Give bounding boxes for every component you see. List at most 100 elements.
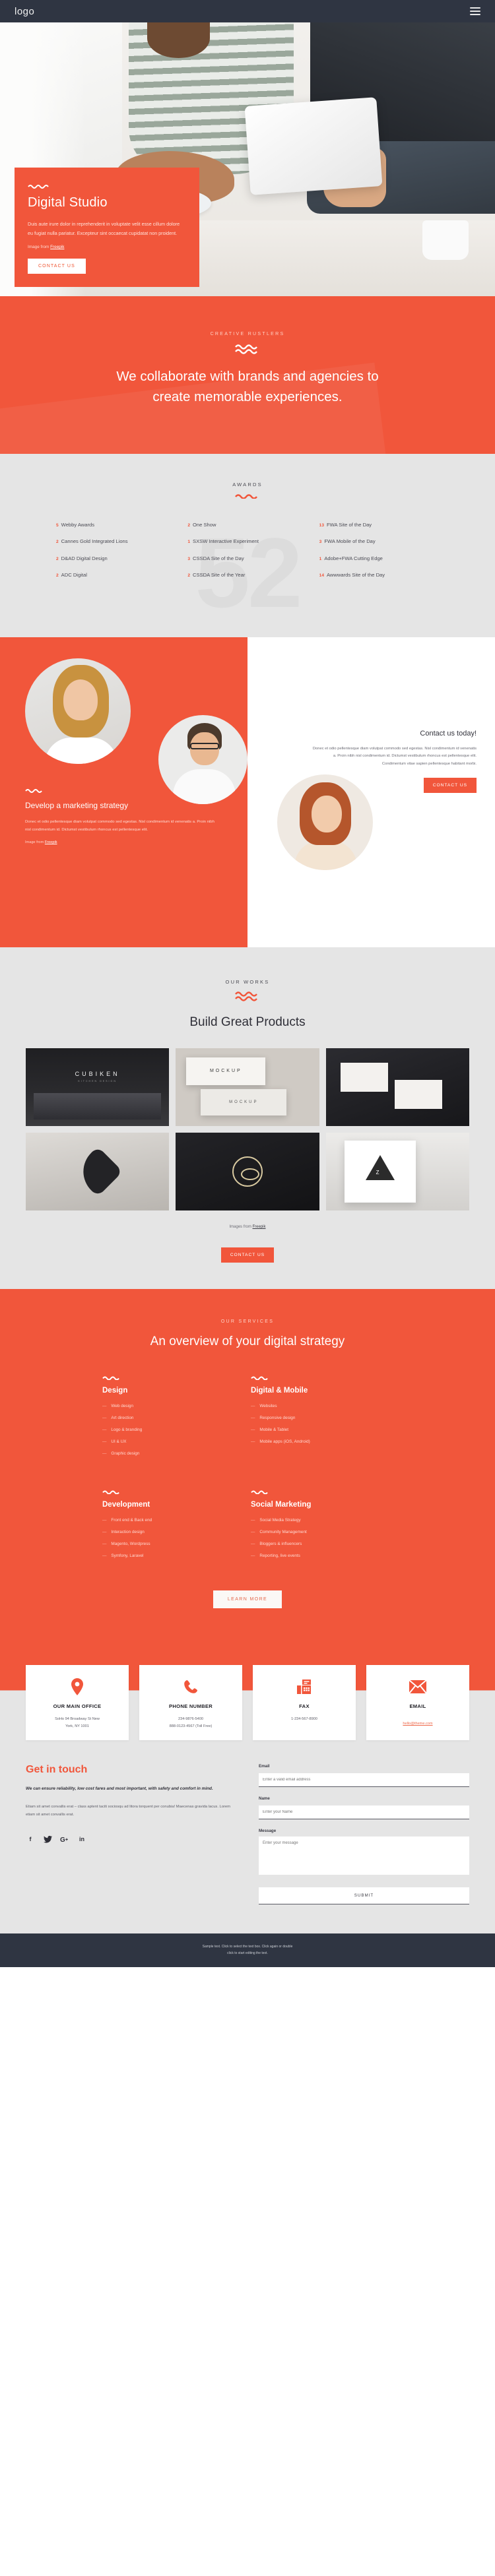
award-item: 3 CSSDA Site of the Day: [187, 555, 244, 561]
service-item: — Responsive design: [251, 1415, 296, 1420]
services-heading: An overview of your digital strategy: [150, 1334, 345, 1348]
award-item: 14 Awwwards Site of the Day: [319, 572, 385, 579]
strategy-title: Develop a marketing strategy: [25, 800, 129, 810]
award-item: 1 SXSW Interactive Experiment: [187, 538, 259, 545]
service-item: — Community Management: [251, 1529, 307, 1534]
card-line: York, NY 1001: [65, 1724, 89, 1728]
awards-section: AWARDS 52 5 Webby Awards 2 One Show 13 FWA …: [0, 453, 495, 637]
footer-line-1: Sample text. Click to select the text bo…: [202, 1945, 293, 1949]
email-link[interactable]: hello@theme.com: [403, 1722, 432, 1726]
get-in-touch-section: Get in touch We can ensure reliability, …: [0, 1740, 495, 1934]
work-tile[interactable]: CUBIKEN KITCHEN DESIGN: [26, 1048, 170, 1126]
work-tile-caption: MOCKUP: [186, 1057, 266, 1085]
service-title: Social Marketing: [251, 1500, 312, 1509]
contact-today-paragraph: Donec et odio pellentesque diam volutpat…: [312, 746, 477, 767]
email-label: Email: [259, 1764, 270, 1769]
work-tile[interactable]: [26, 1132, 170, 1210]
squiggle-icon: [102, 1375, 244, 1380]
award-item: 1 Adobe+FWA Cutting Edge: [319, 555, 383, 561]
message-input[interactable]: [259, 1837, 469, 1875]
service-group-design: Design — Web design — Art direction — Logo …: [102, 1375, 244, 1463]
footer-line-2: click to start editing the text.: [227, 1951, 268, 1955]
logo[interactable]: logo: [15, 6, 34, 17]
award-item: 3 FWA Mobile of the Day: [319, 538, 376, 545]
strategy-credit: Image from Freepik: [25, 840, 57, 845]
credit-link[interactable]: Freepik: [50, 245, 64, 249]
svg-text:G: G: [60, 1837, 65, 1843]
service-item: — Mobile apps (iOS, Android): [251, 1439, 310, 1444]
contact-card-phone: PHONE NUMBER 234-9876-5400 888-0123-4567…: [139, 1664, 242, 1741]
name-field-group: Name: [259, 1796, 469, 1820]
service-item: — Magento, Wordpress: [102, 1541, 150, 1546]
works-eyebrow: OUR WORKS: [225, 978, 270, 985]
service-item: — UI & UX: [102, 1439, 127, 1444]
name-input[interactable]: [259, 1806, 469, 1820]
google-plus-icon[interactable]: G: [60, 1835, 69, 1844]
contact-us-button[interactable]: CONTACT US: [423, 777, 477, 793]
card-title: EMAIL: [409, 1703, 426, 1709]
contact-card-office: OUR MAIN OFFICE SoHo 94 Broadway St New …: [26, 1664, 129, 1741]
service-item: — Symfony, Laravel: [102, 1553, 144, 1558]
facebook-icon[interactable]: f: [26, 1835, 35, 1844]
contact-cards-section: OUR MAIN OFFICE SoHo 94 Broadway St New …: [0, 1647, 495, 1741]
awards-grid: 5 Webby Awards 2 One Show 13 FWA Site of th…: [36, 522, 459, 590]
awards-eyebrow: AWARDS: [232, 481, 263, 487]
avatar: [25, 658, 131, 764]
service-item: — Front end & Back end: [102, 1517, 152, 1523]
card-title: OUR MAIN OFFICE: [53, 1703, 102, 1709]
linkedin-icon[interactable]: in: [77, 1835, 86, 1844]
hero-contact-button[interactable]: CONTACT US: [28, 259, 86, 274]
map-pin-icon: [31, 1677, 123, 1697]
touch-heading: Get in touch: [26, 1764, 88, 1776]
works-credit: Images from Freepik: [229, 1224, 266, 1229]
name-label: Name: [259, 1796, 270, 1802]
touch-body: Etiam sit amet convallis erat – class ap…: [26, 1804, 230, 1817]
collaborate-section: CREATIVE RUSTLERS We collaborate with br…: [0, 296, 495, 454]
social-links: f G in: [26, 1835, 236, 1844]
service-title: Design: [102, 1386, 128, 1395]
award-item: 13 FWA Site of the Day: [319, 521, 372, 528]
squiggle-icon: [251, 1490, 393, 1494]
services-section: OUR SERVICES An overview of your digital…: [0, 1288, 495, 1648]
squiggle-icon: [0, 343, 495, 355]
twitter-icon[interactable]: [43, 1835, 52, 1844]
credit-link[interactable]: Freepik: [45, 840, 57, 844]
award-item: 2 One Show: [187, 521, 216, 528]
work-tile[interactable]: MOCKUP MOCKUP: [176, 1048, 319, 1126]
learn-more-button[interactable]: LEARN MORE: [213, 1590, 282, 1608]
phone-icon: [145, 1677, 237, 1697]
touch-copy: Get in touch We can ensure reliability, …: [26, 1764, 236, 1904]
squiggle-icon: [0, 990, 495, 1002]
award-item: 2 ADC Digital: [56, 572, 87, 579]
hero-paragraph: Duis aute irure dolor in reprehenderit i…: [28, 221, 180, 237]
award-item: 2 D&AD Digital Design: [56, 555, 108, 561]
hamburger-icon[interactable]: [470, 7, 480, 15]
services-eyebrow: OUR SERVICES: [220, 1319, 275, 1324]
service-item: — Social Media Strategy: [251, 1517, 301, 1523]
award-item: 2 Cannes Gold Integrated Lions: [56, 538, 128, 545]
email-input[interactable]: [259, 1773, 469, 1788]
service-group-social-marketing: Social Marketing — Social Media Strategy …: [251, 1490, 393, 1565]
hero-card: Digital Studio Duis aute irure dolor in …: [15, 168, 199, 288]
envelope-icon: [372, 1677, 464, 1697]
work-tile[interactable]: [176, 1132, 319, 1210]
submit-button[interactable]: SUBMIT: [259, 1887, 469, 1905]
works-section: OUR WORKS Build Great Products CUBIKEN K…: [0, 947, 495, 1289]
service-item: — Websites: [251, 1403, 277, 1408]
works-heading: Build Great Products: [189, 1015, 306, 1029]
work-tile[interactable]: Z: [325, 1132, 469, 1210]
hero-image-credit: Image from Freepik: [28, 245, 186, 249]
service-item: — Graphic design: [102, 1451, 140, 1456]
works-contact-button[interactable]: CONTACT US: [220, 1247, 275, 1263]
credit-link[interactable]: Freepik: [253, 1225, 266, 1229]
contact-cards: OUR MAIN OFFICE SoHo 94 Broadway St New …: [26, 1648, 469, 1741]
work-tile-caption: CUBIKEN: [75, 1070, 120, 1077]
work-tile[interactable]: [325, 1048, 469, 1126]
squiggle-icon: [0, 493, 495, 499]
message-field-group: Message: [259, 1829, 469, 1878]
card-line: 234-9876-5400: [178, 1716, 203, 1721]
service-item: — Interaction design: [102, 1529, 145, 1534]
award-item: 5 Webby Awards: [56, 521, 95, 528]
collab-eyebrow: CREATIVE RUSTLERS: [210, 332, 285, 336]
card-line: 1-234-567-8900: [291, 1716, 317, 1721]
